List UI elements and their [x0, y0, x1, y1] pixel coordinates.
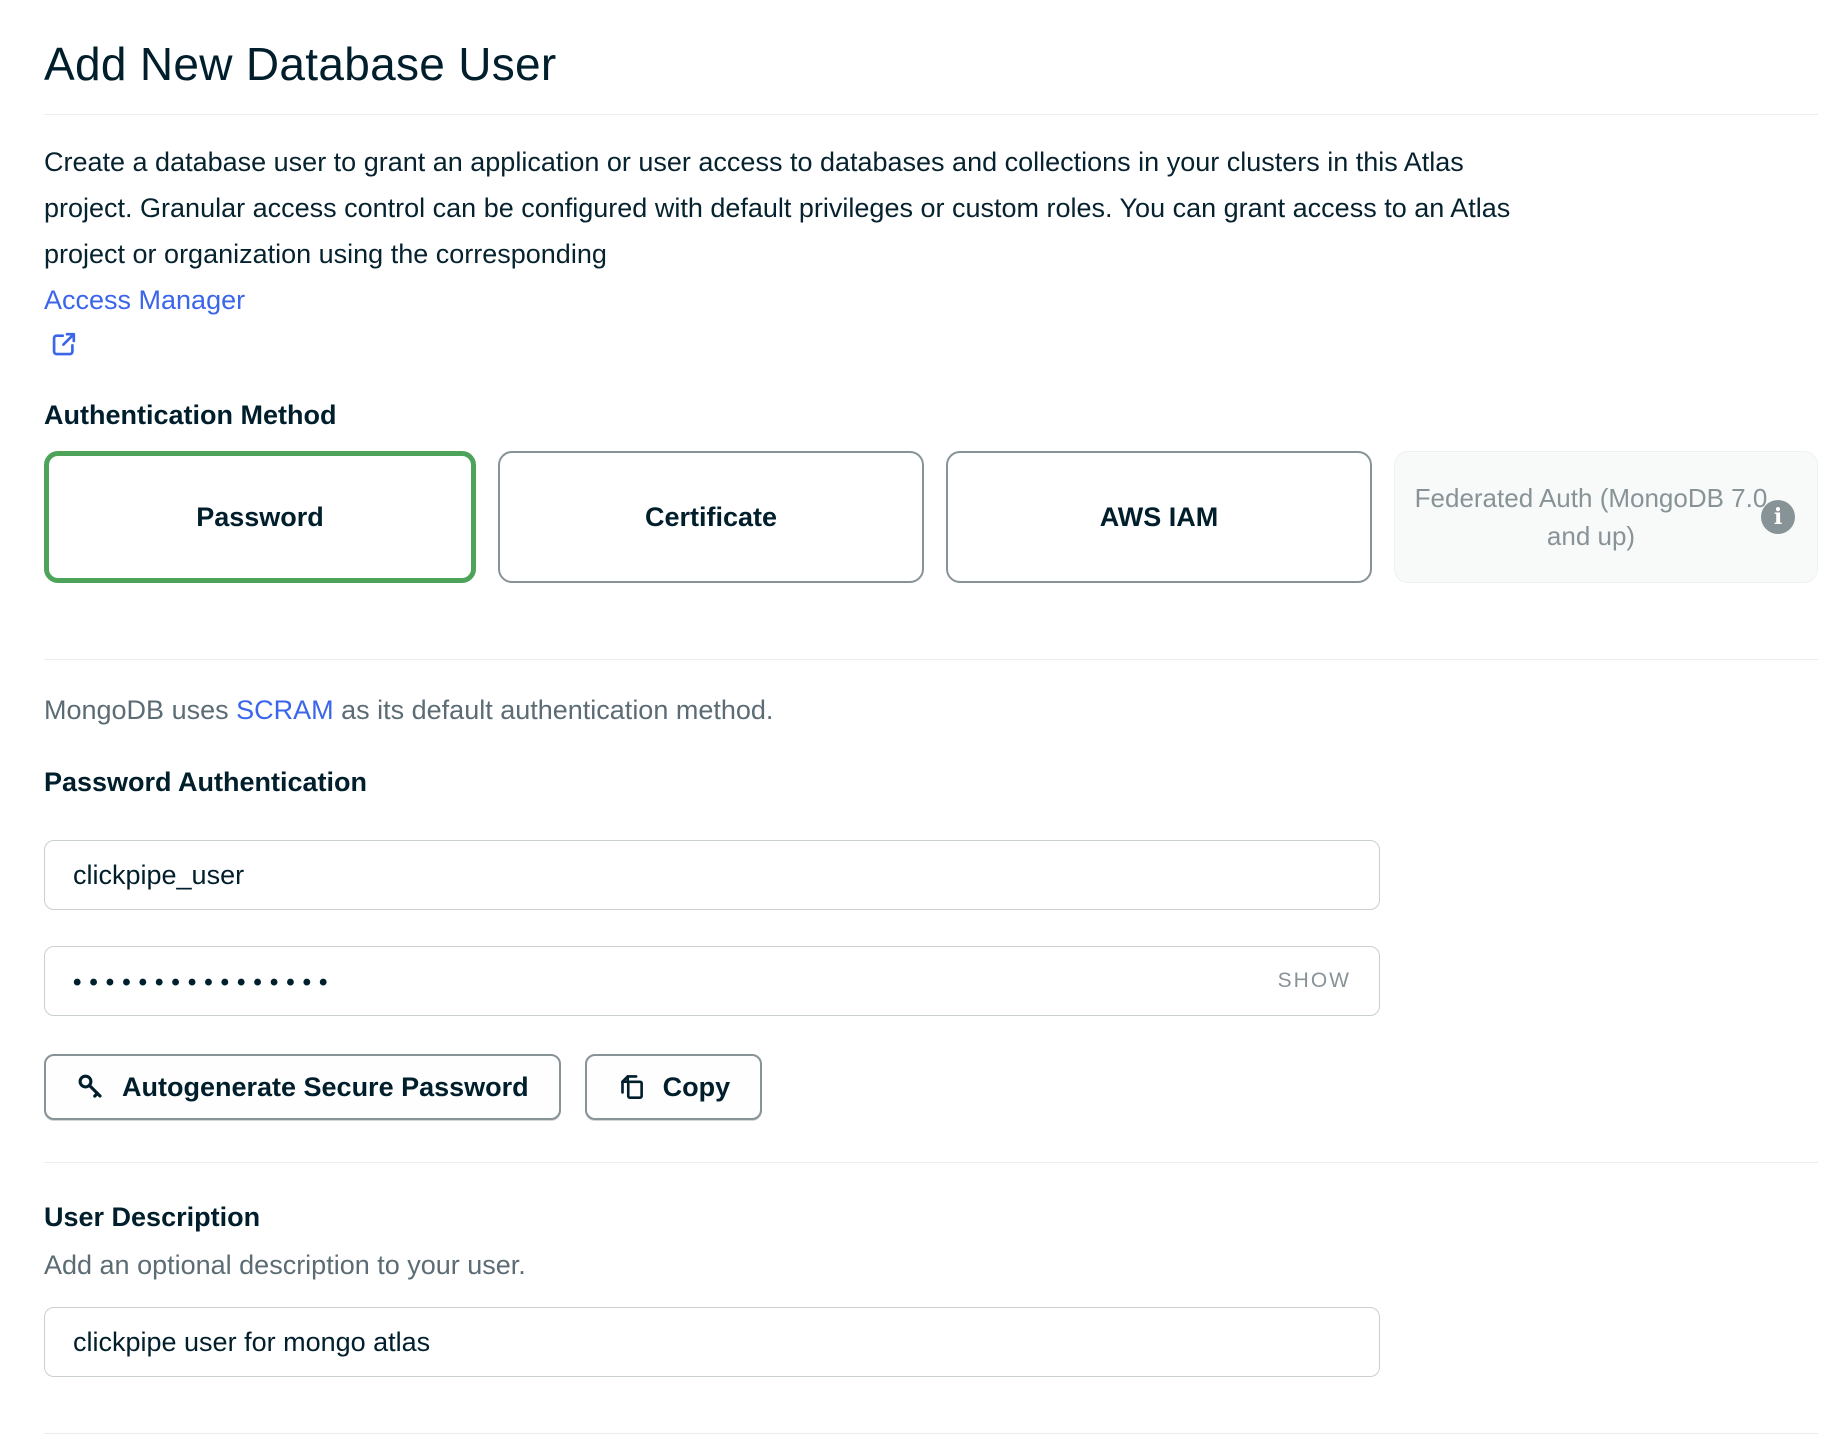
external-link-icon [50, 330, 78, 358]
info-icon[interactable]: i [1761, 500, 1795, 534]
page-description: Create a database user to grant an appli… [44, 139, 1818, 369]
access-manager-link[interactable]: Access Manager [44, 277, 1818, 361]
federated-auth-line-1: Federated Auth [1415, 483, 1593, 513]
scram-link[interactable]: SCRAM [236, 695, 334, 725]
copy-password-label: Copy [663, 1072, 731, 1103]
key-icon [76, 1072, 106, 1102]
scram-note: MongoDB uses SCRAM as its default authen… [44, 694, 1818, 726]
auth-option-aws-iam-label: AWS IAM [1100, 502, 1219, 533]
auth-option-certificate-label: Certificate [645, 502, 777, 533]
show-password-button[interactable]: SHOW [1278, 969, 1351, 993]
autogenerate-password-label: Autogenerate Secure Password [122, 1072, 529, 1103]
auth-option-federated-auth: Federated Auth (MongoDB 7.0 and up) i [1394, 451, 1818, 583]
auth-method-options: Password Certificate AWS IAM Federated A… [44, 451, 1818, 583]
auth-option-password-label: Password [196, 502, 324, 533]
add-database-user-page: Add New Database User Create a database … [0, 0, 1846, 1434]
username-input[interactable] [44, 840, 1380, 910]
user-description-helper: Add an optional description to your user… [44, 1249, 1818, 1281]
title-divider [44, 114, 1818, 115]
password-actions: Autogenerate Secure Password Copy [44, 1054, 1818, 1120]
password-input[interactable]: •••••••••••••••• SHOW [44, 946, 1380, 1016]
auth-option-aws-iam[interactable]: AWS IAM [946, 451, 1372, 583]
password-mask: •••••••••••••••• [73, 969, 335, 997]
auth-option-certificate[interactable]: Certificate [498, 451, 924, 583]
password-section-divider [44, 1162, 1818, 1163]
description-line-1: Create a database user to grant an appli… [44, 139, 1818, 185]
description-line-3: project or organization using the corres… [44, 231, 1818, 369]
description-line-3-text: project or organization using the corres… [44, 239, 607, 269]
scram-note-before: MongoDB uses [44, 695, 236, 725]
auth-method-label: Authentication Method [44, 399, 1818, 431]
section-divider [44, 659, 1818, 660]
access-manager-link-label: Access Manager [44, 277, 1818, 323]
copy-icon [617, 1072, 647, 1102]
scram-note-after: as its default authentication method. [334, 695, 774, 725]
password-auth-heading: Password Authentication [44, 766, 1818, 798]
auth-option-password[interactable]: Password [44, 451, 476, 583]
user-description-heading: User Description [44, 1201, 1818, 1233]
description-line-2: project. Granular access control can be … [44, 185, 1818, 231]
user-description-input[interactable] [44, 1307, 1380, 1377]
page-title: Add New Database User [44, 36, 1818, 92]
autogenerate-password-button[interactable]: Autogenerate Secure Password [44, 1054, 561, 1120]
auth-option-federated-auth-label: Federated Auth (MongoDB 7.0 and up) [1395, 479, 1817, 555]
copy-password-button[interactable]: Copy [585, 1054, 763, 1120]
